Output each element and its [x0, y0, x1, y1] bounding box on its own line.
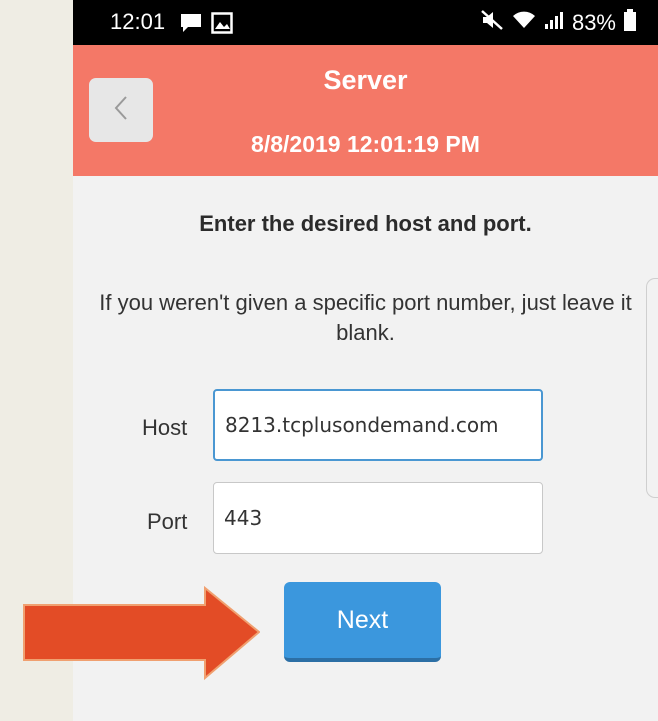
next-button[interactable]: Next — [284, 582, 441, 662]
mute-icon — [480, 9, 504, 37]
wifi-icon — [512, 10, 536, 36]
host-input[interactable] — [213, 389, 543, 461]
signal-icon — [544, 10, 564, 36]
status-right-group: 83% — [480, 9, 636, 37]
arrow-annotation-icon — [23, 585, 260, 681]
battery-percent: 83% — [571, 10, 616, 35]
side-panel-edge — [646, 278, 658, 498]
port-input[interactable] — [213, 482, 543, 554]
battery-icon — [624, 9, 636, 37]
